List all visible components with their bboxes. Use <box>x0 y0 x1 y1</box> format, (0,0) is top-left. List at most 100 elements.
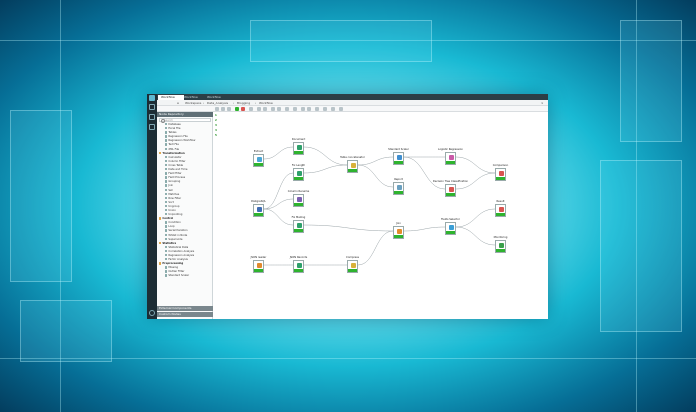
undo-icon[interactable] <box>221 107 225 111</box>
paste-icon[interactable] <box>307 107 311 111</box>
bg-panel <box>620 20 682 142</box>
workflow-node[interactable] <box>293 220 304 233</box>
node-status-bar <box>496 213 505 216</box>
tree-item-label: XML File <box>168 147 180 151</box>
node-icon <box>350 263 356 268</box>
tree-item-label: Join <box>168 184 174 188</box>
workflow-node[interactable] <box>393 152 404 165</box>
workflow-node[interactable] <box>445 184 456 197</box>
node-label: Fix Mailing <box>291 216 306 219</box>
workflow-node[interactable] <box>293 142 304 155</box>
tree-item-label: Loop <box>168 225 175 229</box>
workflow-node[interactable] <box>347 260 358 273</box>
export-icon[interactable] <box>323 107 327 111</box>
tree-node[interactable]: Standard Scaler <box>159 274 211 278</box>
settings-icon[interactable] <box>293 107 297 111</box>
node-label: Monitoring <box>493 236 508 239</box>
reset-icon[interactable] <box>249 107 253 111</box>
copy-icon[interactable] <box>301 107 305 111</box>
connection-wire[interactable] <box>357 230 394 266</box>
custom-nodes-header[interactable]: Custom Nodes <box>157 312 213 317</box>
stop-icon[interactable] <box>241 107 245 111</box>
workflow-node[interactable] <box>393 182 404 195</box>
tree-item-label: Excel File <box>168 127 181 131</box>
node-icon <box>256 157 262 162</box>
tree-item-label: Cross Table <box>168 164 184 168</box>
node-icon <box>448 155 454 160</box>
delete-icon[interactable] <box>315 107 319 111</box>
node-icon <box>396 155 402 160</box>
tree-item-label: Correlation Analysis <box>168 250 195 254</box>
share-icon[interactable] <box>331 107 335 111</box>
node-status-bar <box>348 169 357 172</box>
node-status-bar <box>496 177 505 180</box>
workflow-node[interactable] <box>253 204 264 217</box>
data-icon[interactable] <box>149 124 155 130</box>
node-status-bar <box>394 161 403 164</box>
search-input[interactable]: Search <box>159 118 211 123</box>
search-placeholder: Search <box>164 119 173 122</box>
node-status-bar <box>446 231 455 234</box>
external-components-header[interactable]: External Components <box>157 306 213 311</box>
tree-item-label: Text File <box>168 143 179 147</box>
node-label: Join <box>396 222 401 225</box>
workflow-node[interactable] <box>393 226 404 239</box>
tree-item-label: Set <box>168 188 173 192</box>
workflow-node[interactable] <box>293 260 304 273</box>
workflow-node[interactable] <box>445 222 456 235</box>
workflow-node[interactable] <box>495 168 506 181</box>
explorer-icon[interactable] <box>149 114 155 120</box>
tree-item-label: Column Filter <box>168 160 186 164</box>
node-status-bar <box>294 151 303 154</box>
tree-item-label: Regression Workflow <box>168 139 196 143</box>
left-rail <box>147 94 157 319</box>
node-label: Logistic Regression <box>438 148 463 151</box>
tree-item-label: Condition <box>168 221 181 225</box>
workflow-node[interactable] <box>253 154 264 167</box>
help-icon[interactable] <box>149 310 155 316</box>
connection-wire[interactable] <box>403 226 446 232</box>
tree-item-label: Calculator <box>168 155 182 159</box>
tree-item-label: Missing <box>168 266 179 270</box>
node-icon <box>498 243 504 248</box>
connection-wire[interactable] <box>303 224 394 232</box>
node-status-bar <box>294 177 303 180</box>
node-status-bar <box>394 235 403 238</box>
align-icon[interactable] <box>277 107 281 111</box>
connection-wire[interactable] <box>403 156 446 190</box>
app-window: Workflow Workflow Workflow ⌂ Workspace ›… <box>147 94 548 319</box>
help-icon[interactable] <box>339 107 343 111</box>
redo-icon[interactable] <box>227 107 231 111</box>
workflow-node[interactable] <box>495 240 506 253</box>
tree-item-label: Whilst in Node <box>168 233 188 237</box>
workflow-node[interactable] <box>293 168 304 181</box>
workflow-node[interactable] <box>253 260 264 273</box>
save-icon[interactable] <box>215 107 219 111</box>
node-status-bar <box>294 203 303 206</box>
tree-item-label: Field Process <box>168 176 186 180</box>
workflow-icon[interactable] <box>149 104 155 110</box>
tree-item-label: Outlier Filter <box>168 270 185 274</box>
zoom-out-icon[interactable] <box>263 107 267 111</box>
node-icon <box>296 263 302 268</box>
run-icon[interactable] <box>235 107 239 111</box>
workflow-node[interactable] <box>293 194 304 207</box>
connection-wire[interactable] <box>357 164 394 188</box>
bg-panel <box>600 160 682 332</box>
comment-icon[interactable] <box>285 107 289 111</box>
node-icon <box>296 145 302 150</box>
workflow-node[interactable] <box>495 204 506 217</box>
zoom-in-icon[interactable] <box>257 107 261 111</box>
node-status-bar <box>294 229 303 232</box>
workflow-node[interactable] <box>347 160 358 173</box>
tree-item-label: Supernode <box>168 237 183 241</box>
workflow-node[interactable] <box>445 152 456 165</box>
node-label: JSON Records <box>289 256 308 259</box>
tree-item-label: Sort <box>168 200 174 204</box>
workflow-canvas[interactable]: 1 2 3 4 5 Extract PostgreSQL JSON reader Do… <box>213 112 548 319</box>
tree-item-label: Standard Scaler <box>168 274 190 278</box>
node-status-bar <box>496 249 505 252</box>
node-label: Compress <box>346 256 359 259</box>
connection-wire[interactable] <box>263 146 294 160</box>
grid-icon[interactable] <box>271 107 275 111</box>
